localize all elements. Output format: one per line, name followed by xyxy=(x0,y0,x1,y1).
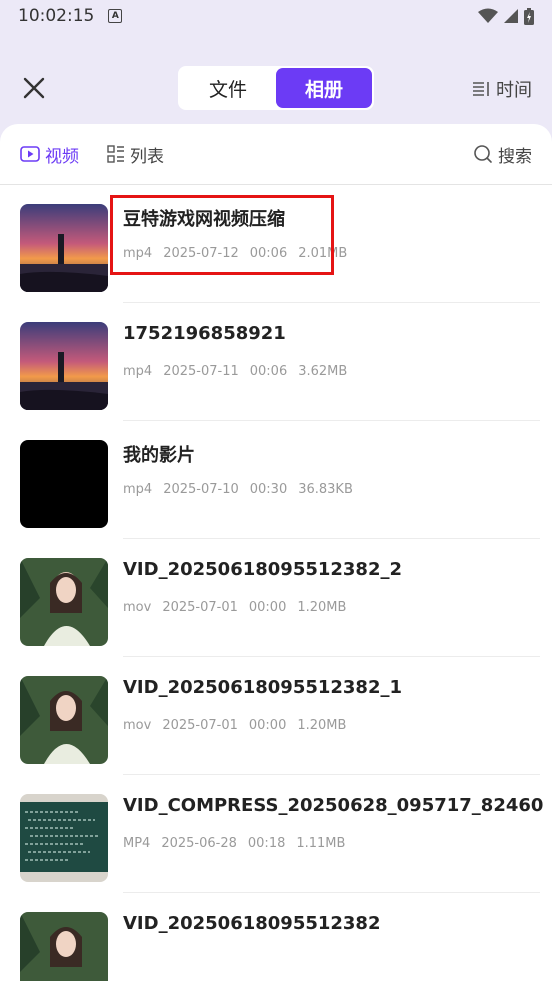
video-duration: 00:00 xyxy=(248,718,287,733)
video-type: mp4 xyxy=(123,364,153,379)
video-size: 1.11MB xyxy=(296,836,346,851)
video-date: 2025-07-10 xyxy=(163,482,239,497)
status-bar: 10:02:15 A xyxy=(0,0,552,32)
video-filter-button[interactable]: 视频 xyxy=(20,142,79,167)
video-thumbnail xyxy=(20,204,108,292)
battery-icon xyxy=(524,7,534,25)
video-thumbnail xyxy=(20,440,108,528)
video-thumbnail xyxy=(20,676,108,764)
video-date: 2025-07-11 xyxy=(163,364,239,379)
video-meta: mp4 2025-07-11 00:06 3.62MB xyxy=(123,364,358,379)
video-thumbnail xyxy=(20,794,108,882)
video-play-icon xyxy=(20,146,40,162)
list-icon xyxy=(107,145,124,163)
list-item[interactable]: VID_20250618095512382_2 mov 2025-07-01 00:… xyxy=(0,539,552,657)
video-title: VID_20250618095512382_2 xyxy=(123,559,403,580)
list-view-button[interactable]: 列表 xyxy=(107,142,164,167)
video-meta: mp4 2025-07-10 00:30 36.83KB xyxy=(123,482,364,497)
search-button[interactable]: 搜索 xyxy=(473,142,532,167)
status-left: 10:02:15 A xyxy=(18,6,123,26)
search-label: 搜索 xyxy=(498,146,532,167)
list-item[interactable]: VID_COMPRESS_20250628_095717_82460 MP4 20… xyxy=(0,775,552,893)
video-date: 2025-06-28 xyxy=(161,836,237,851)
highlight-box xyxy=(110,195,334,275)
video-meta: MP4 2025-06-28 00:18 1.11MB xyxy=(123,836,356,851)
video-title: VID_20250618095512382 xyxy=(123,913,381,934)
video-thumbnail xyxy=(20,912,108,981)
sort-label: 时间 xyxy=(496,80,532,101)
video-type: MP4 xyxy=(123,836,151,851)
video-date: 2025-07-01 xyxy=(162,718,238,733)
video-type: mp4 xyxy=(123,482,153,497)
video-size: 3.62MB xyxy=(298,364,348,379)
search-icon xyxy=(474,145,492,163)
list-item[interactable]: 我的影片 mp4 2025-07-10 00:30 36.83KB xyxy=(0,421,552,539)
content-panel: 视频 列表 搜索 豆特游戏网视频压缩 mp4 2025-07-12 00:06 … xyxy=(0,124,552,981)
close-icon xyxy=(23,77,45,99)
video-title: 我的影片 xyxy=(123,445,195,466)
video-duration: 00:30 xyxy=(249,482,288,497)
video-thumbnail xyxy=(20,322,108,410)
video-meta: mov 2025-07-01 00:00 1.20MB xyxy=(123,600,357,615)
a-notification-icon: A xyxy=(108,9,123,23)
close-button[interactable] xyxy=(18,72,50,104)
video-title: VID_20250618095512382_1 xyxy=(123,677,403,698)
video-list: 豆特游戏网视频压缩 mp4 2025-07-12 00:06 2.01MB 17… xyxy=(0,185,552,981)
video-type: mov xyxy=(123,600,152,615)
video-duration: 00:00 xyxy=(248,600,287,615)
list-item[interactable]: VID_20250618095512382 xyxy=(0,893,552,981)
status-right xyxy=(478,7,534,25)
video-duration: 00:06 xyxy=(249,364,288,379)
video-date: 2025-07-01 xyxy=(162,600,238,615)
tab-files[interactable]: 文件 xyxy=(180,68,276,108)
video-title: VID_COMPRESS_20250628_095717_82460 xyxy=(123,795,544,816)
top-bar: 文件 相册 时间 xyxy=(0,60,552,116)
source-segmented-control: 文件 相册 xyxy=(178,66,374,110)
wifi-icon xyxy=(478,8,498,23)
sort-button[interactable]: 时间 xyxy=(472,76,532,102)
video-thumbnail xyxy=(20,558,108,646)
tab-album[interactable]: 相册 xyxy=(276,68,372,108)
sort-icon xyxy=(473,82,489,96)
list-item[interactable]: VID_20250618095512382_1 mov 2025-07-01 00:… xyxy=(0,657,552,775)
video-title: 1752196858921 xyxy=(123,323,286,344)
list-item[interactable]: 1752196858921 mp4 2025-07-11 00:06 3.62MB xyxy=(0,303,552,421)
signal-icon xyxy=(504,9,518,23)
video-size: 36.83KB xyxy=(298,482,353,497)
video-type: mov xyxy=(123,718,152,733)
video-meta: mov 2025-07-01 00:00 1.20MB xyxy=(123,718,357,733)
status-time: 10:02:15 xyxy=(18,6,95,26)
video-duration: 00:18 xyxy=(247,836,286,851)
filter-toolbar: 视频 列表 搜索 xyxy=(0,124,552,185)
video-size: 1.20MB xyxy=(297,718,347,733)
video-filter-label: 视频 xyxy=(45,146,79,167)
video-size: 1.20MB xyxy=(297,600,347,615)
list-view-label: 列表 xyxy=(130,146,164,167)
